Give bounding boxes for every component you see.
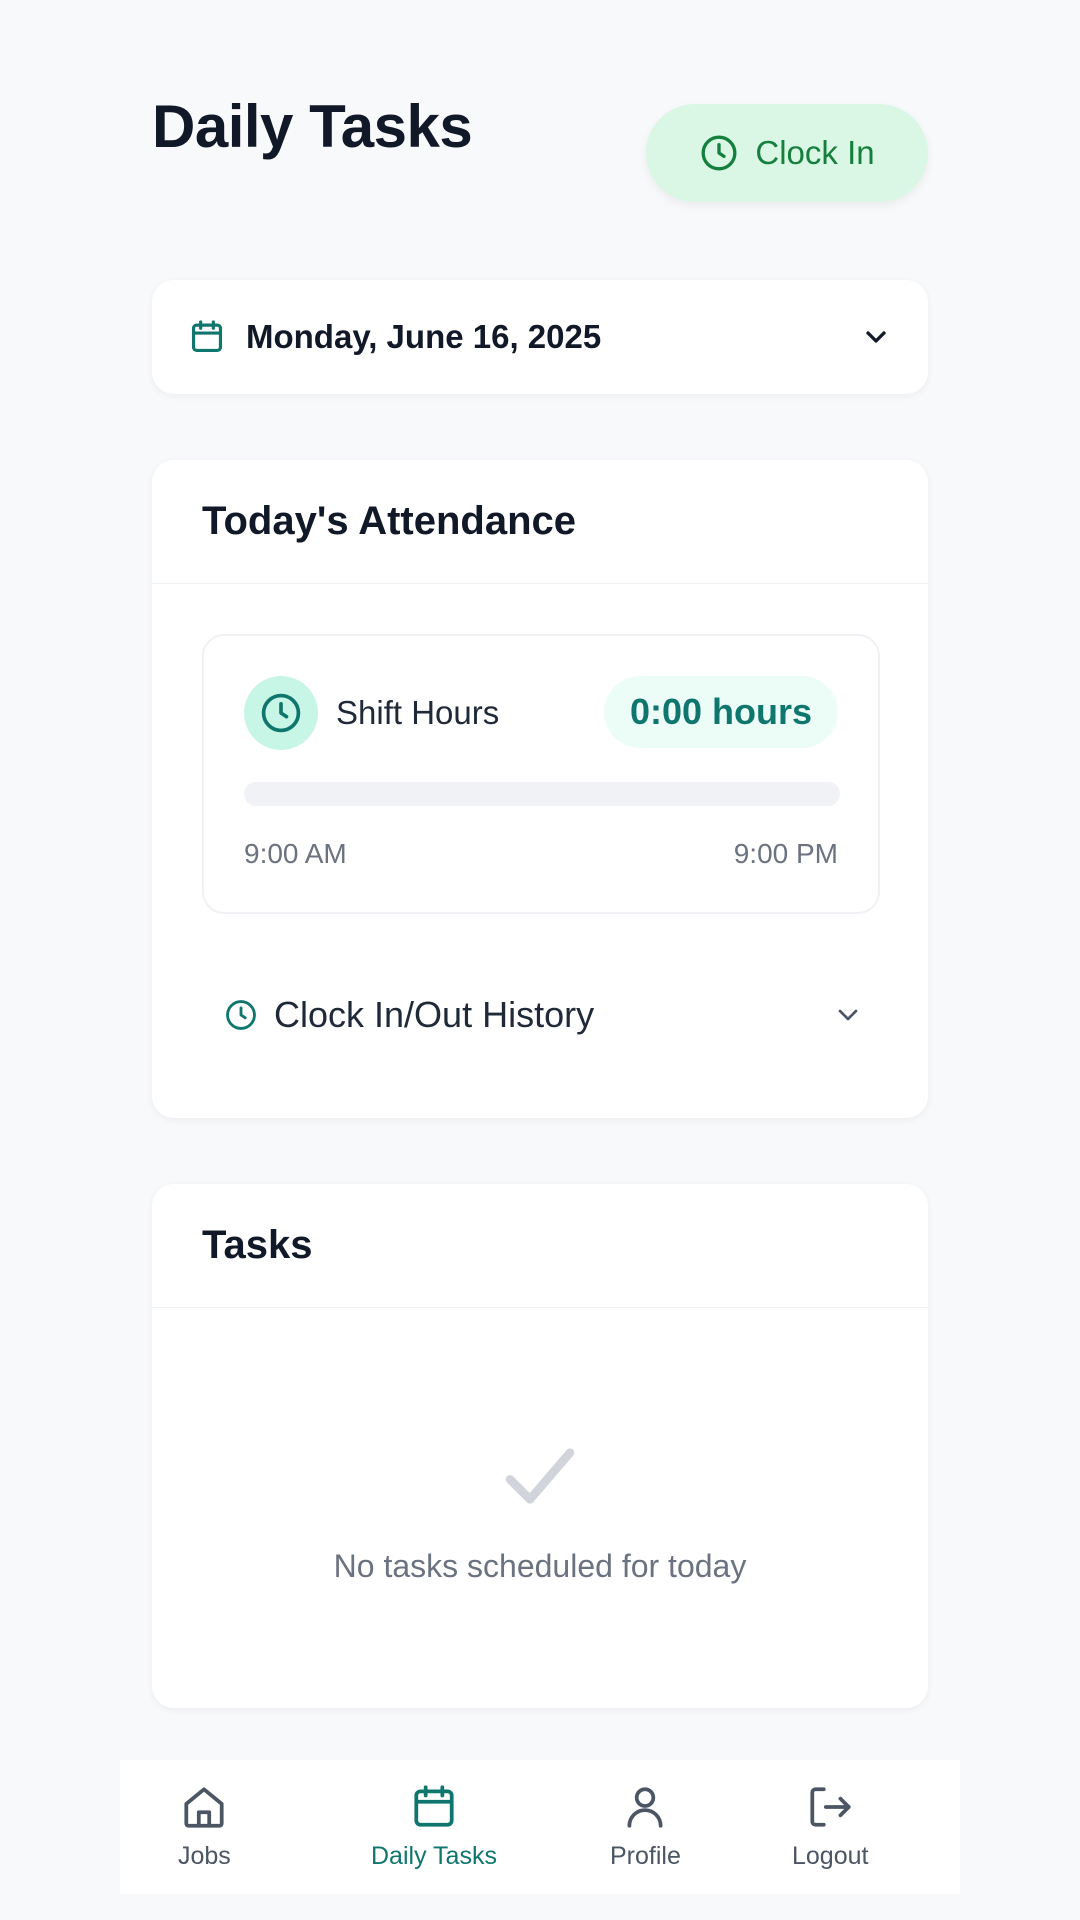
clock-history-label: Clock In/Out History [274, 994, 595, 1035]
shift-hours-panel: Shift Hours 0:00 hours 9:00 AM 9:00 PM [202, 634, 880, 914]
calendar-icon [191, 320, 223, 353]
clock-icon [701, 135, 737, 171]
nav-item-logout[interactable]: Logout [792, 1782, 868, 1882]
user-icon [627, 1787, 663, 1828]
shift-clock-badge [244, 676, 318, 750]
clock-icon [261, 693, 301, 733]
nav-label-logout: Logout [792, 1842, 869, 1870]
clock-in-button[interactable]: Clock In [646, 104, 928, 202]
daily-tasks-page: Daily Tasks Clock In Monday, June 16, 20… [0, 0, 1080, 1920]
checkmark-icon [505, 1448, 575, 1504]
clock-icon [226, 1000, 256, 1030]
home-icon [184, 1787, 224, 1828]
shift-end-time: 9:00 PM [733, 838, 838, 869]
nav-label-profile: Profile [610, 1842, 681, 1870]
calendar-icon [414, 1785, 454, 1827]
page-title: Daily Tasks [152, 93, 473, 160]
chevron-down-icon [866, 331, 886, 343]
attendance-title: Today's Attendance [152, 460, 928, 584]
nav-label-daily-tasks: Daily Tasks [371, 1842, 497, 1870]
selected-date: Monday, June 16, 2025 [246, 318, 602, 355]
shift-start-time: 9:00 AM [244, 838, 347, 869]
nav-item-jobs[interactable]: Jobs [178, 1782, 231, 1882]
clock-history-toggle[interactable]: Clock In/Out History [224, 980, 864, 1050]
nav-item-profile[interactable]: Profile [610, 1782, 681, 1882]
tasks-card: Tasks No tasks scheduled for today [152, 1184, 928, 1708]
bottom-nav: Jobs Daily Tasks Profile Logout [120, 1760, 960, 1894]
shift-hours-label: Shift Hours [336, 694, 500, 731]
hours-badge: 0:00 hours [603, 676, 838, 748]
nav-item-daily-tasks[interactable]: Daily Tasks [371, 1782, 497, 1882]
nav-label-jobs: Jobs [178, 1842, 231, 1870]
tasks-title: Tasks [152, 1184, 928, 1308]
chevron-down-icon [838, 1009, 858, 1021]
shift-progress-bar [244, 782, 840, 806]
logout-icon [810, 1787, 851, 1827]
attendance-card: Today's Attendance Shift Hours 0:00 hour… [152, 460, 928, 1118]
empty-tasks-message: No tasks scheduled for today [333, 1548, 747, 1584]
clock-in-label: Clock In [755, 134, 875, 171]
date-selector[interactable]: Monday, June 16, 2025 [152, 280, 928, 394]
